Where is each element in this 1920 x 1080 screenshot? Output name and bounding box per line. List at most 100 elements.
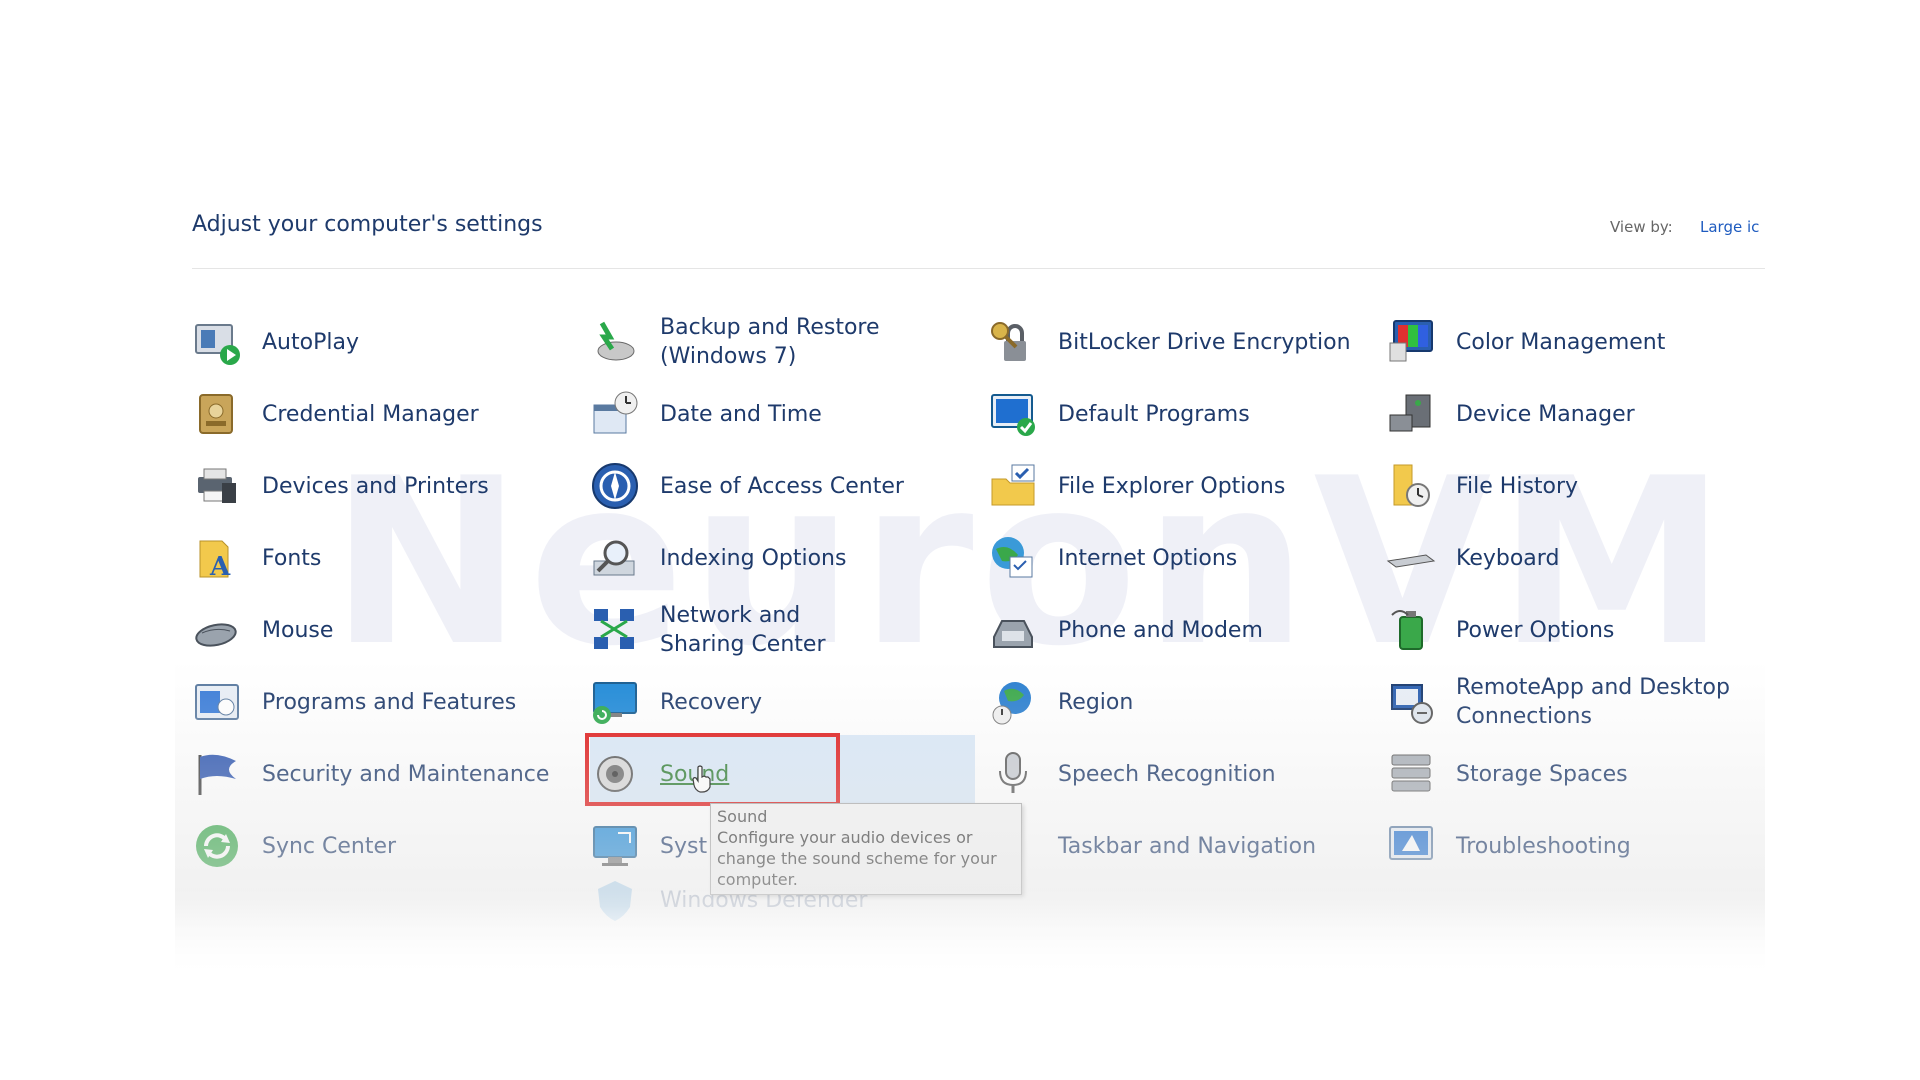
item-default-programs[interactable]: Default Programs [988,386,1250,442]
item-label: Device Manager [1456,401,1635,427]
svg-text:A: A [209,552,231,582]
item-label: Sync Center [262,833,397,859]
item-label: Taskbar and Navigation [1058,833,1317,859]
item-ease-of-access-center[interactable]: Ease of Access Center [590,458,904,514]
item-power-options[interactable]: Power Options [1386,602,1614,658]
item-file-explorer-options[interactable]: File Explorer Options [988,458,1285,514]
page-title: Adjust your computer's settings [192,212,543,237]
item-label: Color Management [1456,329,1666,355]
item-label: AutoPlay [262,329,359,355]
microphone-icon [988,749,1038,799]
file-history-icon [1386,461,1436,511]
item-backup-and-restore[interactable]: Backup and Restore (Windows 7) [590,314,890,370]
tooltip-title: Sound [717,807,768,826]
item-label: Speech Recognition [1058,761,1276,787]
item-fonts[interactable]: A Fonts [192,530,321,586]
item-speech-recognition[interactable]: Speech Recognition [988,746,1276,802]
network-icon [590,605,640,655]
item-mouse[interactable]: Mouse [192,602,333,658]
folder-check-icon [988,461,1038,511]
item-autoplay[interactable]: AutoPlay [192,314,359,370]
key-lock-icon [988,317,1038,367]
view-by-dropdown[interactable]: Large ic [1700,218,1766,236]
item-label: Phone and Modem [1058,617,1263,643]
tooltip-body: Configure your audio devices or change t… [717,828,997,889]
sound-tooltip: Sound Configure your audio devices or ch… [710,803,1022,895]
item-label: Default Programs [1058,401,1250,427]
item-region[interactable]: Region [988,674,1133,730]
item-label: Ease of Access Center [660,473,904,499]
item-credential-manager[interactable]: Credential Manager [192,386,479,442]
phone-icon [988,605,1038,655]
battery-icon [1386,605,1436,655]
item-system[interactable]: Syst [590,818,707,874]
region-globe-icon [988,677,1038,727]
view-by-label: View by: [1610,218,1673,236]
devices-printers-icon [192,461,242,511]
item-recovery[interactable]: Recovery [590,674,762,730]
item-date-and-time[interactable]: Date and Time [590,386,822,442]
item-label: Security and Maintenance [262,761,550,787]
storage-icon [1386,749,1436,799]
sync-icon [192,821,242,871]
troubleshooting-icon [1386,821,1436,871]
flag-icon [192,749,242,799]
item-label: Keyboard [1456,545,1560,571]
item-label: Storage Spaces [1456,761,1628,787]
recovery-icon [590,677,640,727]
item-programs-and-features[interactable]: Programs and Features [192,674,516,730]
item-taskbar-and-navigation[interactable]: Taskbar and Navigation [988,818,1316,874]
item-label: Credential Manager [262,401,479,427]
device-manager-icon [1386,389,1436,439]
calendar-clock-icon [590,389,640,439]
item-indexing-options[interactable]: Indexing Options [590,530,846,586]
item-label: Indexing Options [660,545,847,571]
item-label: File Explorer Options [1058,473,1286,499]
item-label: Region [1058,689,1134,715]
keyboard-icon [1386,533,1436,583]
remote-desktop-icon [1386,677,1436,727]
hand-cursor-icon [692,765,712,793]
item-label: Power Options [1456,617,1615,643]
item-label: Programs and Features [262,689,517,715]
magnifier-icon [590,533,640,583]
header-divider [192,268,1765,269]
monitor-icon [590,821,640,871]
item-color-management[interactable]: Color Management [1386,314,1665,370]
item-network-and-sharing[interactable]: Network and Sharing Center [590,602,890,658]
item-label: Recovery [660,689,763,715]
item-keyboard[interactable]: Keyboard [1386,530,1559,586]
item-label: Date and Time [660,401,822,427]
item-security-and-maintenance[interactable]: Security and Maintenance [192,746,549,802]
item-remoteapp[interactable]: RemoteApp and Desktop Connections [1386,674,1746,730]
item-bitlocker[interactable]: BitLocker Drive Encryption [988,314,1351,370]
credential-manager-icon [192,389,242,439]
item-troubleshooting[interactable]: Troubleshooting [1386,818,1631,874]
item-label: Troubleshooting [1456,833,1631,859]
item-device-manager[interactable]: Device Manager [1386,386,1635,442]
item-devices-and-printers[interactable]: Devices and Printers [192,458,489,514]
item-sync-center[interactable]: Sync Center [192,818,396,874]
item-label: Syst [660,833,708,859]
mouse-icon [192,605,242,655]
programs-features-icon [192,677,242,727]
item-label: Backup and Restore (Windows 7) [660,315,880,369]
defender-icon [590,875,640,925]
item-file-history[interactable]: File History [1386,458,1578,514]
item-label: Fonts [262,545,322,571]
ease-of-access-icon [590,461,640,511]
highlight-box [585,733,840,806]
item-label: RemoteApp and Desktop Connections [1456,675,1730,729]
globe-icon [988,533,1038,583]
backup-restore-icon [590,317,640,367]
item-phone-and-modem[interactable]: Phone and Modem [988,602,1263,658]
item-label: Devices and Printers [262,473,489,499]
autoplay-icon [192,317,242,367]
item-storage-spaces[interactable]: Storage Spaces [1386,746,1628,802]
item-internet-options[interactable]: Internet Options [988,530,1237,586]
item-label: File History [1456,473,1579,499]
item-label: BitLocker Drive Encryption [1058,329,1351,355]
default-programs-icon [988,389,1038,439]
item-label: Mouse [262,617,334,643]
color-management-icon [1386,317,1436,367]
